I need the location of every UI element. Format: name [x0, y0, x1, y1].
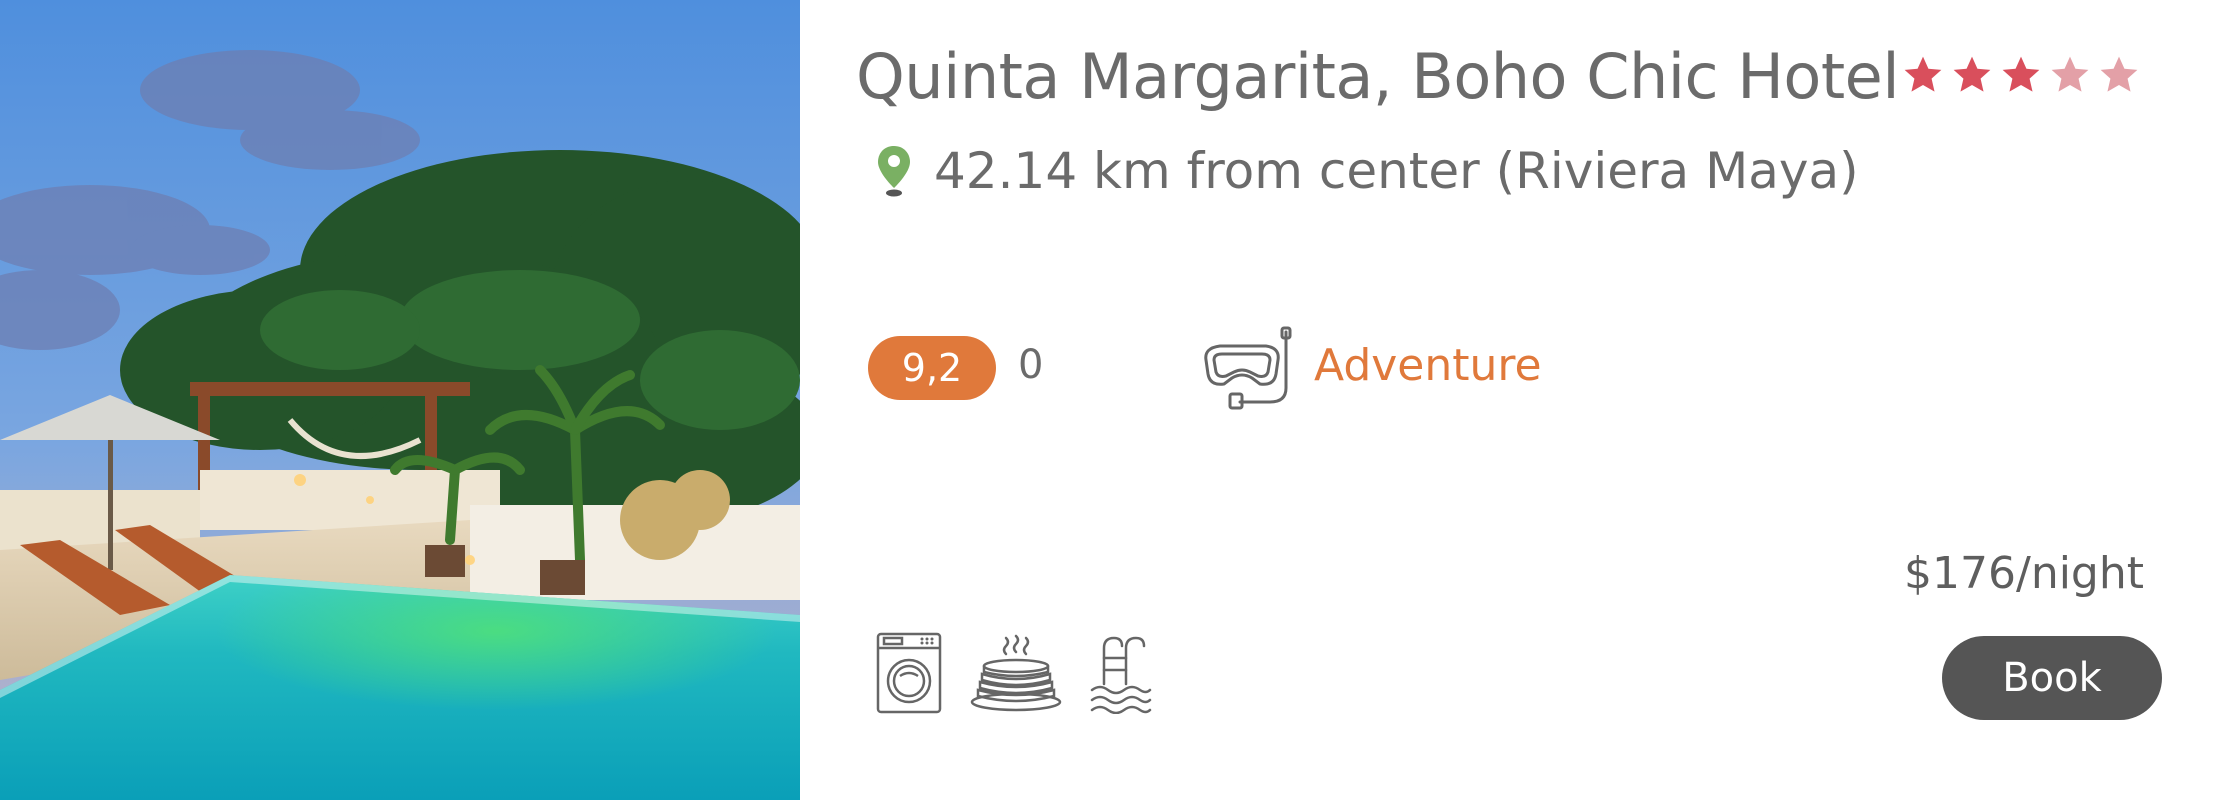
snorkel-mask-icon — [1204, 326, 1292, 410]
map-pin-icon — [878, 146, 910, 197]
pool-ladder-icon — [1090, 636, 1152, 714]
star-icon-faded — [2049, 54, 2091, 96]
star-rating — [1902, 54, 2140, 96]
hotel-name[interactable]: Quinta Margarita, Boho Chic Hotel — [856, 40, 1900, 113]
rating-badge: 9,2 — [868, 336, 996, 400]
pool-photo-illustration — [0, 0, 800, 800]
amenities-list — [876, 632, 1152, 714]
pancakes-icon — [970, 634, 1062, 712]
star-icon-faded — [2098, 54, 2140, 96]
distance-text: 42.14 km from center (Riviera Maya) — [934, 142, 1859, 200]
price-per-night: $176/night — [1904, 548, 2144, 599]
star-icon-filled — [1902, 54, 1944, 96]
washing-machine-icon — [876, 632, 942, 714]
star-icon-filled — [1951, 54, 1993, 96]
review-count: 0 — [1018, 342, 1044, 388]
star-icon-filled — [2000, 54, 2042, 96]
hotel-card: Quinta Margarita, Boho Chic Hotel 42.14 … — [0, 0, 2240, 800]
category-link-adventure[interactable]: Adventure — [1314, 340, 1542, 391]
location-row: 42.14 km from center (Riviera Maya) — [876, 142, 1859, 200]
hotel-photo[interactable] — [0, 0, 800, 800]
book-button[interactable]: Book — [1942, 636, 2162, 720]
